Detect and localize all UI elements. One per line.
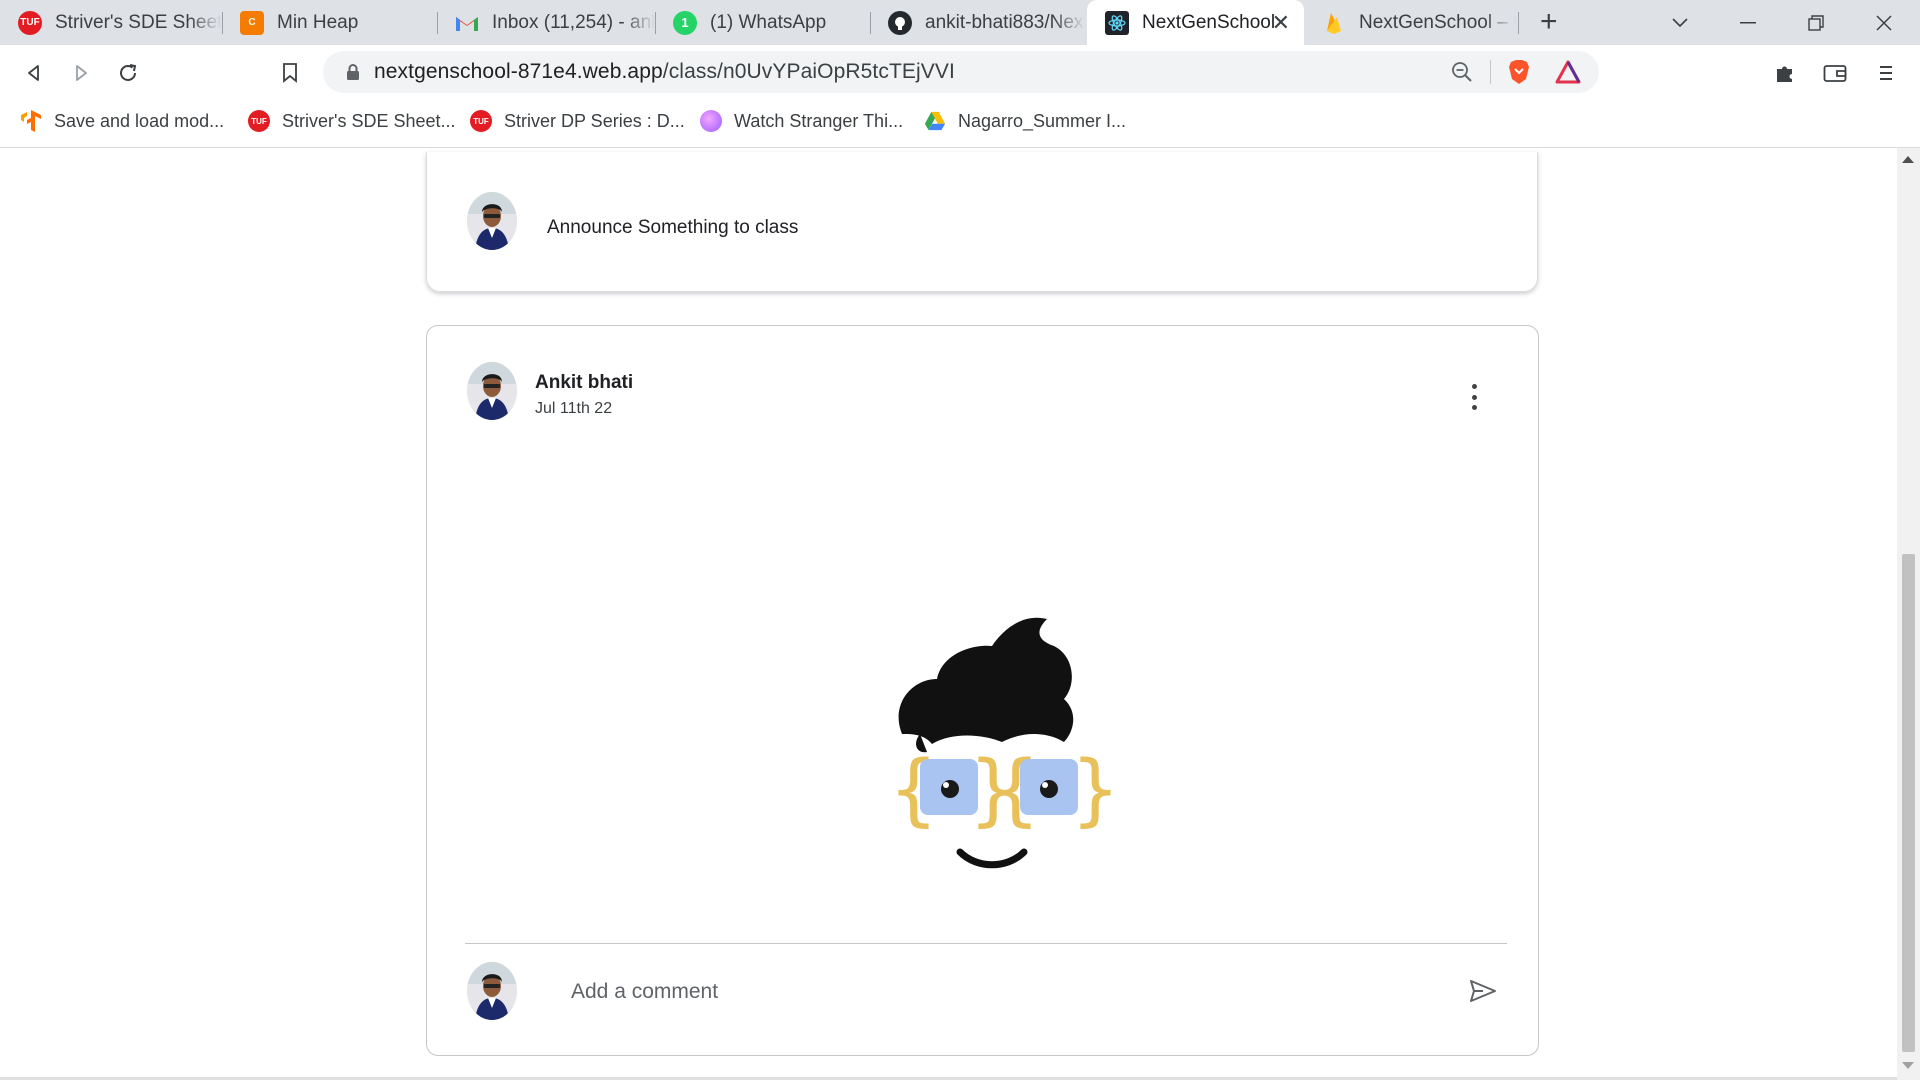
extensions-puzzle-icon[interactable] <box>1767 55 1803 91</box>
github-icon <box>888 10 912 35</box>
react-icon <box>1105 10 1129 35</box>
reload-button[interactable] <box>110 55 146 91</box>
tab-label: Inbox (11,254) - ank <box>492 11 655 33</box>
tuf-icon: TUF <box>470 110 492 132</box>
page-scrollbar[interactable] <box>1897 148 1920 1080</box>
scroll-down-arrow-icon[interactable] <box>1902 1062 1914 1069</box>
bookmark-item[interactable]: TUF Striver's SDE Sheet... <box>248 110 456 132</box>
tab-whatsapp[interactable]: 1 (1) WhatsApp <box>655 0 870 45</box>
tab-nextgenschool-firebase[interactable]: NextGenSchool – Cl <box>1304 0 1516 45</box>
firebase-icon <box>1322 11 1346 35</box>
tab-label: Min Heap <box>277 11 359 33</box>
announce-card[interactable]: Announce Something to class <box>426 152 1538 292</box>
bookmark-item[interactable]: Nagarro_Summer I... <box>924 110 1126 132</box>
bookmark-item[interactable]: TUF Striver DP Series : D... <box>470 110 685 132</box>
post-author: Ankit bhati <box>535 372 634 393</box>
bookmark-icon[interactable] <box>272 55 308 91</box>
url-text[interactable]: nextgenschool-871e4.web.app/class/n0UvYP… <box>374 60 955 84</box>
tab-separator <box>1518 12 1519 34</box>
avatar <box>467 962 517 1020</box>
avatar <box>467 362 517 420</box>
close-tab-icon[interactable]: ✕ <box>1272 10 1290 36</box>
tab-strip: TUF Striver's SDE Sheet – C Min Heap Inb… <box>0 0 1920 45</box>
restore-button[interactable] <box>1786 0 1846 45</box>
bookmarks-bar: Save and load mod... TUF Striver's SDE S… <box>0 100 1920 148</box>
tensorflow-icon <box>20 110 42 132</box>
url-host: nextgenschool-871e4.web.app <box>374 60 663 83</box>
tab-search-chevron-icon[interactable] <box>1650 0 1710 45</box>
bookmark-label: Striver DP Series : D... <box>504 110 685 131</box>
forward-button[interactable] <box>63 55 99 91</box>
post-card: Ankit bhati Jul 11th 22 { } {} Add a co… <box>426 325 1539 1056</box>
tuf-icon: TUF <box>248 110 270 132</box>
announce-prompt[interactable]: Announce Something to class <box>547 217 798 239</box>
google-drive-icon <box>924 110 946 132</box>
tab-label: (1) WhatsApp <box>710 11 827 33</box>
zoom-icon[interactable] <box>1448 58 1476 86</box>
tab-min-heap[interactable]: C Min Heap <box>222 0 437 45</box>
lock-icon[interactable] <box>339 58 367 86</box>
bookmark-label: Striver's SDE Sheet... <box>282 110 456 131</box>
close-window-button[interactable] <box>1854 0 1914 45</box>
comment-input[interactable] <box>569 971 1273 1013</box>
brave-shields-icon[interactable] <box>1505 58 1533 86</box>
address-bar[interactable]: nextgenschool-871e4.web.app/class/n0UvYP… <box>323 51 1599 93</box>
scroll-up-arrow-icon[interactable] <box>1902 156 1914 163</box>
gmail-icon <box>455 11 479 35</box>
tab-gmail-inbox[interactable]: Inbox (11,254) - ank <box>437 0 655 45</box>
brave-rewards-icon[interactable] <box>1554 58 1582 86</box>
post-date: Jul 11th 22 <box>535 400 613 417</box>
more-options-icon[interactable] <box>1468 384 1480 410</box>
whatsapp-icon: 1 <box>673 10 697 35</box>
new-tab-button[interactable]: + <box>1540 5 1558 39</box>
bookmark-item[interactable]: Watch Stranger Thi... <box>700 110 903 132</box>
omnibox-divider <box>1490 60 1491 84</box>
tab-label: Striver's SDE Sheet – <box>55 11 222 33</box>
url-path: /class/n0UvYPaiOpR5tcTEjVVI <box>662 60 955 83</box>
bookmark-label: Nagarro_Summer I... <box>958 110 1127 131</box>
page-viewport: Announce Something to class Ankit bhati … <box>0 148 1897 1080</box>
bookmark-item[interactable]: Save and load mod... <box>20 110 224 132</box>
tuf-icon: TUF <box>18 10 42 35</box>
tab-nextgenschool-active[interactable]: NextGenSchool ✕ <box>1087 0 1304 45</box>
stream-icon <box>700 110 722 132</box>
bookmark-label: Save and load mod... <box>54 110 225 131</box>
menu-icon[interactable] <box>1868 55 1904 91</box>
wallet-icon[interactable] <box>1817 55 1853 91</box>
send-icon[interactable] <box>1463 971 1503 1011</box>
avatar <box>467 192 517 250</box>
minimize-button[interactable] <box>1718 0 1778 45</box>
comment-divider <box>465 943 1507 944</box>
back-button[interactable] <box>16 55 52 91</box>
codestudio-icon: C <box>240 10 264 35</box>
post-attachment-image[interactable]: { } { } <box>842 584 1122 884</box>
tab-label: NextGenSchool <box>1142 11 1276 33</box>
tab-label: NextGenSchool – Cl <box>1359 11 1516 33</box>
tab-strivers-sde-sheet[interactable]: TUF Striver's SDE Sheet – <box>0 0 222 45</box>
svg-text:}: } <box>1072 745 1119 835</box>
bookmark-label: Watch Stranger Thi... <box>734 110 904 131</box>
tab-github[interactable]: ankit-bhati883/Next <box>870 0 1085 45</box>
scroll-thumb[interactable] <box>1902 554 1915 1052</box>
tab-label: ankit-bhati883/Next <box>925 11 1085 33</box>
